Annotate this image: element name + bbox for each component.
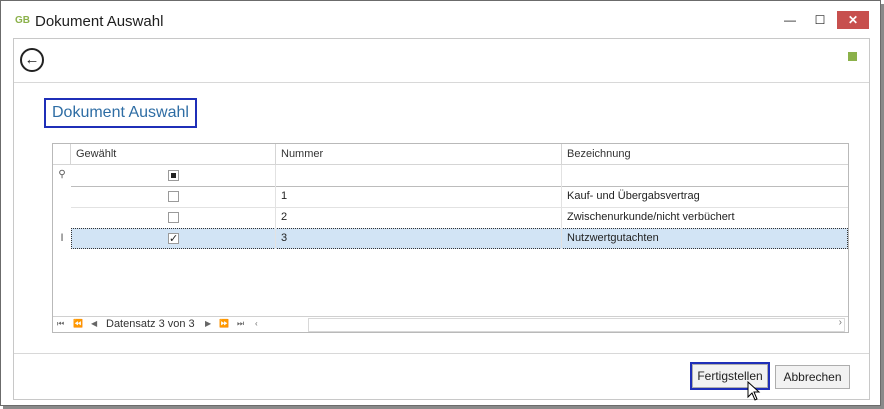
page-title: Dokument Auswahl [44,98,197,128]
row-indicator-header [53,144,71,164]
filter-cell-bezeichnung[interactable] [562,165,848,186]
previous-record-icon[interactable]: ◀ [91,319,97,328]
cell-nummer[interactable]: 2 [276,207,562,228]
document-grid: Gewählt Nummer Bezeichnung ⚲ 1 Kauf- und… [52,143,849,333]
column-header-bezeichnung[interactable]: Bezeichnung [562,144,848,164]
cell-nummer[interactable]: 1 [276,186,562,207]
scroll-left-icon[interactable]: ‹ [255,319,258,328]
back-button[interactable]: ← [20,48,44,72]
data-navigator: ⏮ ⏪ ◀ Datensatz 3 von 3 ▶ ⏩ ⏭ ‹ › [53,316,848,333]
content-panel: ← Dokument Auswahl Gewählt Nummer Bezeic… [13,38,870,400]
close-button[interactable]: ✕ [837,11,869,29]
filter-cell-gewaehlt[interactable] [71,165,276,186]
app-logo: GB [15,15,30,26]
mouse-pointer-icon [747,381,761,401]
filter-checkbox[interactable] [168,170,179,181]
cell-bezeichnung[interactable]: Nutzwertgutachten [562,228,848,249]
scroll-right-icon[interactable]: › [839,317,842,328]
window-title: Dokument Auswahl [35,13,164,30]
separator [14,82,869,83]
record-position-text: Datensatz 3 von 3 [106,318,195,330]
text-cursor-icon: I [60,232,64,244]
next-page-icon[interactable]: ⏩ [219,319,229,328]
next-record-icon[interactable]: ▶ [205,319,211,328]
dialog-window: GB Dokument Auswahl — ☐ ✕ ← Dokument Aus… [0,0,881,406]
row-checkbox[interactable] [168,212,179,223]
maximize-button[interactable]: ☐ [807,11,833,29]
column-header-gewaehlt[interactable]: Gewählt [71,144,276,164]
column-header-nummer[interactable]: Nummer [276,144,562,164]
filter-cell-nummer[interactable] [276,165,562,186]
table-row[interactable] [71,186,276,207]
table-row[interactable]: ✓ [71,228,276,249]
cell-bezeichnung[interactable]: Zwischenurkunde/nicht verbüchert [562,207,848,228]
status-indicator [848,52,857,61]
title-bar: GB Dokument Auswahl — ☐ ✕ [1,1,880,37]
cell-bezeichnung[interactable]: Kauf- und Übergabsvertrag [562,186,848,207]
cell-nummer[interactable]: 3 [276,228,562,249]
cancel-button[interactable]: Abbrechen [775,365,850,389]
previous-page-icon[interactable]: ⏪ [73,319,83,328]
row-checkbox[interactable] [168,191,179,202]
checkmark-icon: ✓ [169,233,179,245]
row-checkbox[interactable]: ✓ [168,233,179,245]
minimize-button[interactable]: — [777,11,803,29]
first-record-icon[interactable]: ⏮ [57,319,64,329]
horizontal-scrollbar[interactable]: › [308,317,845,332]
last-record-icon[interactable]: ⏭ [237,319,244,329]
arrow-left-icon: ← [24,51,40,68]
filter-row-icon: ⚲ [58,169,66,180]
table-row[interactable] [71,207,276,228]
footer-separator [14,353,869,354]
